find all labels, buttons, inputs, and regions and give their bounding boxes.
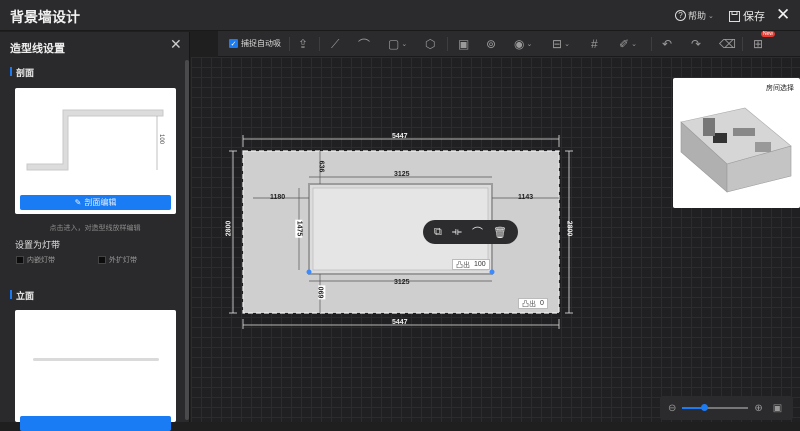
protrude-value: 100 (474, 261, 486, 268)
toolbar: ✓ 捕捉自动吸 ⇪ ⟋ ⌒ ▢ ⌄ ⬡ ▣ ⊚ ◉ ⌄ ⊟ ⌄ # ✐ ⌄ ↶ ↷ ⌫ … (218, 31, 800, 57)
inner-strip-label: 内嵌灯带 (27, 257, 55, 264)
line-tool-icon[interactable]: ⟋ (331, 36, 339, 52)
profile-edit-label: 剖面编辑 (84, 198, 117, 207)
texture-tool-icon[interactable]: ⊚ (486, 36, 496, 52)
panel-close-icon[interactable]: ✕ (170, 36, 182, 53)
gift-icon[interactable]: ⊞ (753, 36, 763, 52)
floating-edit-toolbar: ⧉ ⟛ ⌒ 🗑 (423, 220, 518, 244)
checkbox-box (98, 256, 106, 264)
zoom-in-icon[interactable]: ⊕ (754, 403, 762, 414)
zoom-slider-handle[interactable] (701, 404, 709, 411)
brush-tool-icon[interactable]: ✐ ⌄ (619, 36, 637, 52)
zoom-out-icon[interactable]: ⊖ (668, 403, 676, 414)
outer-strip-label: 外扩灯带 (109, 257, 137, 264)
divider (447, 37, 448, 51)
inner-strip-checkbox[interactable]: 内嵌灯带 (16, 255, 55, 265)
wall-protrude-field[interactable]: 凸出 0 (518, 298, 548, 309)
zoom-slider[interactable] (682, 404, 749, 411)
protrude-label: 凸出 (522, 300, 536, 308)
checkbox-box (16, 256, 24, 264)
upload-icon[interactable]: ⇪ (298, 36, 308, 52)
fit-view-icon[interactable]: ▣ (773, 403, 782, 414)
redo-icon[interactable]: ↷ (691, 36, 701, 52)
section-elevation-title: 立面 (10, 289, 34, 302)
protrude-value: 0 (540, 300, 544, 307)
profile-edit-button[interactable]: ✎ 剖面编辑 (20, 195, 171, 210)
dim-width-bottom: 5447 (392, 319, 408, 326)
snap-label: 捕捉自动吸 (241, 39, 281, 48)
edit-icon: ✎ (74, 198, 82, 207)
new-badge: New (761, 31, 776, 37)
curve-icon[interactable]: ⌒ (472, 224, 483, 240)
save-label: 保存 (743, 11, 765, 23)
eraser-icon[interactable]: ⌫ (719, 36, 736, 52)
divider (319, 37, 320, 51)
profile-preview: 100 ✎ 剖面编辑 (15, 88, 176, 214)
profile-dim-label: 100 (158, 133, 165, 145)
save-button[interactable]: 保存 (729, 8, 765, 24)
room-preview[interactable]: 房间选择 (673, 78, 800, 208)
profile-shape (26, 109, 164, 171)
profile-hint: 点击进入，对造型线放样编辑 (49, 225, 141, 232)
delete-icon[interactable]: 🗑 (493, 226, 507, 239)
protrude-label: 凸出 (456, 261, 470, 269)
room-3d-thumbnail (680, 107, 792, 193)
dim-inner-top: 3125 (394, 171, 410, 178)
dim-bottom-gap: 690 (318, 285, 326, 300)
molding-settings-panel: 造型线设置 ✕ 剖面 100 ✎ 剖面编辑 点击进入，对造型线放样编辑 设置为灯… (0, 32, 190, 431)
light-strip-title: 设置为灯带 (15, 240, 61, 250)
room-select-label: 房间选择 (766, 85, 794, 92)
undo-icon[interactable]: ↶ (662, 36, 672, 52)
section-profile-title: 剖面 (10, 66, 34, 79)
dim-top-gap: 636 (317, 160, 325, 173)
elevation-edit-button[interactable] (20, 416, 171, 431)
elevation-preview (15, 310, 176, 431)
split-icon[interactable]: ⟛ (452, 226, 462, 239)
align-tool-icon[interactable]: ⊟ ⌄ (552, 36, 570, 52)
chevron-down-icon: ⌄ (708, 12, 714, 20)
panel-title: 造型线设置 (10, 43, 65, 55)
snap-checkbox[interactable]: ✓ 捕捉自动吸 (229, 38, 281, 49)
app-title: 背景墙设计 (10, 9, 80, 25)
dim-height-right: 2800 (565, 220, 573, 237)
polygon-tool-icon[interactable]: ⬡ (425, 36, 435, 52)
divider (289, 37, 290, 51)
outer-strip-checkbox[interactable]: 外扩灯带 (98, 255, 137, 265)
copy-icon[interactable]: ⧉ (434, 226, 442, 239)
dim-inner-height: 1475 (295, 219, 303, 238)
title-bar: 背景墙设计 ? 帮助 ⌄ 保存 ✕ (0, 0, 800, 31)
dim-height-left: 2800 (225, 220, 233, 237)
help-label: 帮助 (688, 11, 707, 21)
help-icon: ? (675, 10, 686, 21)
inner-protrude-field[interactable]: 凸出 100 (452, 259, 490, 270)
help-button[interactable]: ? 帮助 ⌄ (675, 9, 714, 22)
view-tool-icon[interactable]: ◉ ⌄ (514, 36, 532, 52)
save-icon (729, 10, 740, 22)
dim-width-top: 5447 (392, 133, 408, 140)
arc-tool-icon[interactable]: ⌒ (358, 36, 370, 52)
dim-left-gap: 1180 (270, 194, 286, 201)
dim-inner-bottom: 3125 (394, 279, 410, 286)
divider (651, 37, 652, 51)
close-icon[interactable]: ✕ (776, 5, 790, 25)
dim-right-gap: 1143 (518, 194, 534, 201)
rectangle-tool-icon[interactable]: ▢ ⌄ (388, 36, 407, 52)
panel-scrollbar[interactable] (185, 60, 189, 420)
elevation-line (33, 358, 159, 361)
divider (742, 37, 743, 51)
zoom-control: ⊖ ⊕ ▣ (660, 396, 793, 420)
frame-tool-icon[interactable]: ▣ (458, 36, 469, 52)
grid-tool-icon[interactable]: # (591, 36, 598, 52)
check-icon: ✓ (229, 39, 238, 48)
